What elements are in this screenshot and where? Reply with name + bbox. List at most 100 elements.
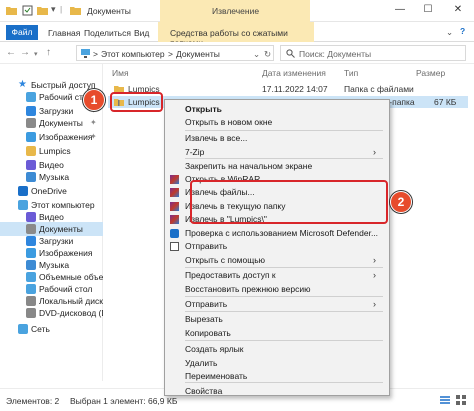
tab-share[interactable]: Поделиться <box>84 28 131 38</box>
menu-separator <box>185 340 383 341</box>
minimize-button[interactable]: — <box>390 3 410 17</box>
sidebar-item-label: Lumpics <box>39 146 71 156</box>
forward-icon[interactable]: → <box>20 47 30 58</box>
close-button[interactable]: ✕ <box>448 3 468 17</box>
submenu-arrow-icon: › <box>373 270 376 280</box>
menu-item-label: Создать ярлык <box>185 344 244 354</box>
desktop-icon <box>26 92 36 102</box>
breadcrumb-sep: > <box>168 49 173 59</box>
picture-icon <box>26 248 36 258</box>
menu-item-open-with[interactable]: Открыть с помощью › <box>165 254 389 267</box>
sidebar-item-pictures[interactable]: Изображения ✦ <box>0 130 103 144</box>
menu-item-open-new-window[interactable]: Открыть в новом окне <box>165 116 389 129</box>
menu-item-create-shortcut[interactable]: Создать ярлык <box>165 343 389 356</box>
breadcrumb-documents[interactable]: Документы <box>176 49 220 59</box>
sidebar-item-lumpics[interactable]: Lumpics <box>0 144 103 158</box>
address-dropdown-icon[interactable]: ⌄ <box>253 49 260 60</box>
file-size: 67 КБ <box>434 97 457 107</box>
menu-item-label: Вырезать <box>185 314 223 324</box>
dvd-icon <box>26 308 36 318</box>
back-icon[interactable]: ← <box>6 47 16 58</box>
menu-item-pin-to-start[interactable]: Закрепить на начальном экране <box>165 160 389 173</box>
menu-item-give-access[interactable]: Предоставить доступ к › <box>165 269 389 282</box>
menu-item-restore-previous[interactable]: Восстановить прежнюю версию <box>165 283 389 296</box>
defender-shield-icon <box>170 229 179 238</box>
menu-item-label: Открыть <box>185 104 222 114</box>
column-date[interactable]: Дата изменения <box>262 68 326 78</box>
search-placeholder: Поиск: Документы <box>299 49 372 59</box>
window-title: Документы <box>87 6 131 16</box>
column-type[interactable]: Тип <box>344 68 358 78</box>
details-view-icon[interactable] <box>440 395 450 405</box>
sidebar-item-label: Документы <box>39 118 83 128</box>
step-badge-1: 1 <box>83 89 105 111</box>
document-icon <box>26 224 36 234</box>
context-menu: Открыть Открыть в новом окне Извлечь в все… <box>164 99 390 396</box>
recent-locations-icon[interactable]: ▾ <box>34 50 38 58</box>
menu-separator <box>185 158 383 159</box>
pin-icon: ✦ <box>90 118 97 127</box>
network-icon <box>18 324 28 334</box>
desktop-icon <box>26 284 36 294</box>
menu-item-extract-all[interactable]: Извлечь в все... <box>165 132 389 145</box>
menu-item-scan-defender[interactable]: Проверка с использованием Microsoft Defe… <box>165 227 389 240</box>
up-icon[interactable]: ↑ <box>46 47 51 58</box>
menu-item-delete[interactable]: Удалить <box>165 357 389 370</box>
menu-item-label: Открыть в новом окне <box>185 117 273 127</box>
help-icon[interactable]: ? <box>460 26 465 36</box>
refresh-icon[interactable]: ↻ <box>264 49 271 60</box>
menu-item-label: Предоставить доступ к <box>185 270 276 280</box>
tab-view[interactable]: Вид <box>134 28 149 38</box>
maximize-button[interactable]: ☐ <box>418 3 438 17</box>
sidebar-item-label: OneDrive <box>31 186 67 196</box>
menu-item-label: Проверка с использованием Microsoft Defe… <box>185 228 379 238</box>
menu-separator <box>185 130 383 131</box>
menu-item-label: Закрепить на начальном экране <box>185 161 313 171</box>
address-bar[interactable]: > Этот компьютер > Документы ⌄ ↻ <box>76 45 274 61</box>
star-icon: ★ <box>18 79 27 90</box>
menu-separator <box>185 296 383 297</box>
sidebar-item-documents[interactable]: Документы ✦ <box>0 116 103 130</box>
share-icon <box>170 242 179 251</box>
computer-icon <box>18 200 28 210</box>
tab-compressed-tools[interactable]: Средства работы со сжатыми папками <box>158 22 314 48</box>
column-size[interactable]: Размер <box>416 68 445 78</box>
new-folder-icon[interactable] <box>37 5 48 16</box>
title-divider: | <box>60 4 63 14</box>
sidebar-item-dvd-drive-d[interactable]: DVD-дисковод (D:) <box>0 306 103 320</box>
search-input[interactable]: Поиск: Документы <box>280 45 466 61</box>
menu-item-open[interactable]: Открыть <box>165 103 389 116</box>
ribbon-tabs: Файл Главная Поделиться Вид Средства раб… <box>0 22 474 48</box>
sidebar-item-label: Изображения <box>39 132 93 142</box>
submenu-arrow-icon: › <box>373 299 376 309</box>
sidebar-item-label: Музыка <box>39 172 70 182</box>
music-icon <box>26 260 36 270</box>
drive-icon <box>26 296 36 306</box>
quick-access-dropdown[interactable]: ▾ <box>51 4 56 15</box>
pin-icon: ✦ <box>90 132 97 141</box>
sidebar-item-onedrive[interactable]: OneDrive <box>0 184 103 198</box>
menu-item-send-to[interactable]: Отправить › <box>165 298 389 311</box>
winrar-icon <box>170 215 179 224</box>
document-icon <box>26 118 36 128</box>
tab-file[interactable]: Файл <box>6 25 38 40</box>
video-icon <box>26 160 36 170</box>
breadcrumb-sep: > <box>93 49 98 59</box>
menu-item-properties[interactable]: Свойства <box>165 385 389 398</box>
menu-item-cut[interactable]: Вырезать <box>165 313 389 326</box>
menu-item-send[interactable]: Отправить <box>165 240 389 253</box>
menu-item-label: Отправить <box>185 241 228 251</box>
tab-home[interactable]: Главная <box>48 28 80 38</box>
large-icons-view-icon[interactable] <box>456 395 466 405</box>
column-name[interactable]: Имя <box>112 68 129 78</box>
breadcrumb-this-pc[interactable]: Этот компьютер <box>101 49 165 59</box>
sidebar-item-music[interactable]: Музыка <box>0 170 103 184</box>
ribbon-expand-icon[interactable]: ⌄ <box>446 27 453 38</box>
music-icon <box>26 172 36 182</box>
menu-item-label: Удалить <box>185 358 218 368</box>
file-type: Папка с файлами <box>344 84 414 94</box>
menu-item-copy[interactable]: Копировать <box>165 327 389 340</box>
sidebar-item-network[interactable]: Сеть <box>0 322 103 336</box>
menu-item-label: Восстановить прежнюю версию <box>185 284 311 294</box>
properties-icon[interactable] <box>22 5 33 16</box>
